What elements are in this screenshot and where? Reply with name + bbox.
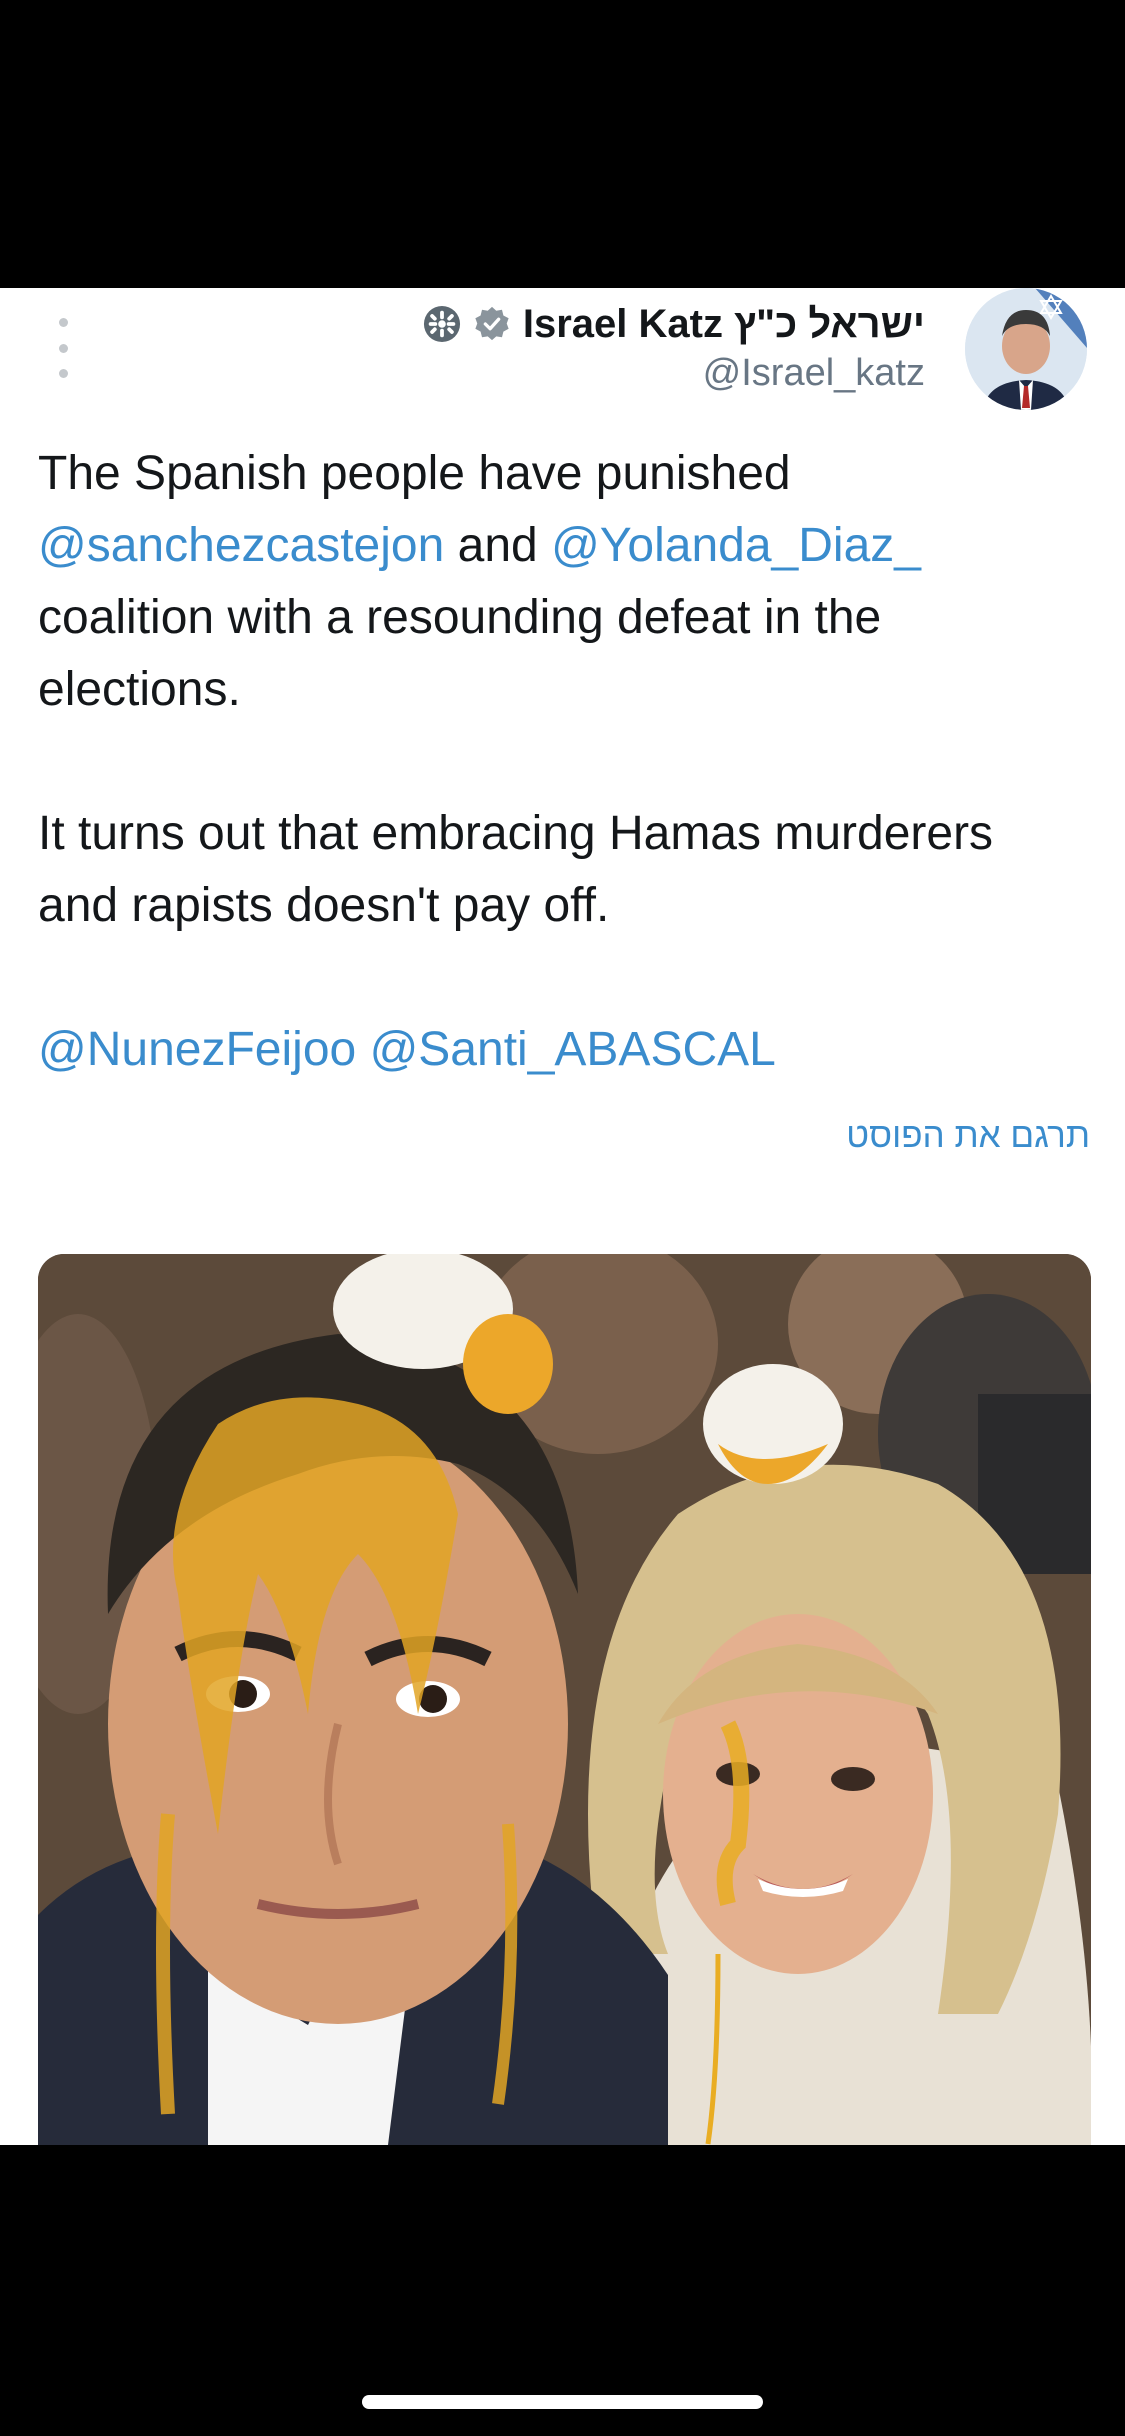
tweet-text-paragraph-2: It turns out that embracing Hamas murder… xyxy=(38,807,994,932)
avatar-portrait xyxy=(965,288,1087,410)
author-avatar[interactable] xyxy=(965,288,1087,410)
author-name-row[interactable]: Israel Katz ישראל כ"ץ xyxy=(423,296,925,352)
tweet-text-continuation: coalition with a resounding defeat in th… xyxy=(38,591,882,716)
mention-nunezfeijoo[interactable]: @NunezFeijoo xyxy=(38,1023,356,1076)
author-handle[interactable]: @Israel_katz xyxy=(703,352,925,395)
tweet-text-intro: The Spanish people have punished xyxy=(38,447,791,500)
government-emblem-icon xyxy=(423,305,460,343)
translate-post-link[interactable]: תרגם את הפוסט xyxy=(846,1116,1090,1156)
tweet-text-and: and xyxy=(444,519,552,572)
mention-yolanda-diaz[interactable]: @Yolanda_Diaz_ xyxy=(551,519,921,572)
home-indicator[interactable] xyxy=(362,2395,763,2409)
tweet-image[interactable] xyxy=(38,1254,1091,2145)
tweet-image-illustration xyxy=(38,1254,1091,2145)
tweet-card[interactable]: Israel Katz ישראל כ"ץ @Israel_katz The S… xyxy=(0,288,1125,2145)
more-options-icon[interactable] xyxy=(48,318,78,378)
tweet-text: The Spanish people have punished @sanche… xyxy=(38,438,1088,1086)
verified-badge-icon xyxy=(475,306,509,341)
mention-sanchezcastejon[interactable]: @sanchezcastejon xyxy=(38,519,444,572)
mention-santi-abascal[interactable]: @Santi_ABASCAL xyxy=(370,1023,776,1076)
author-name[interactable]: Israel Katz ישראל כ"ץ xyxy=(523,302,925,347)
